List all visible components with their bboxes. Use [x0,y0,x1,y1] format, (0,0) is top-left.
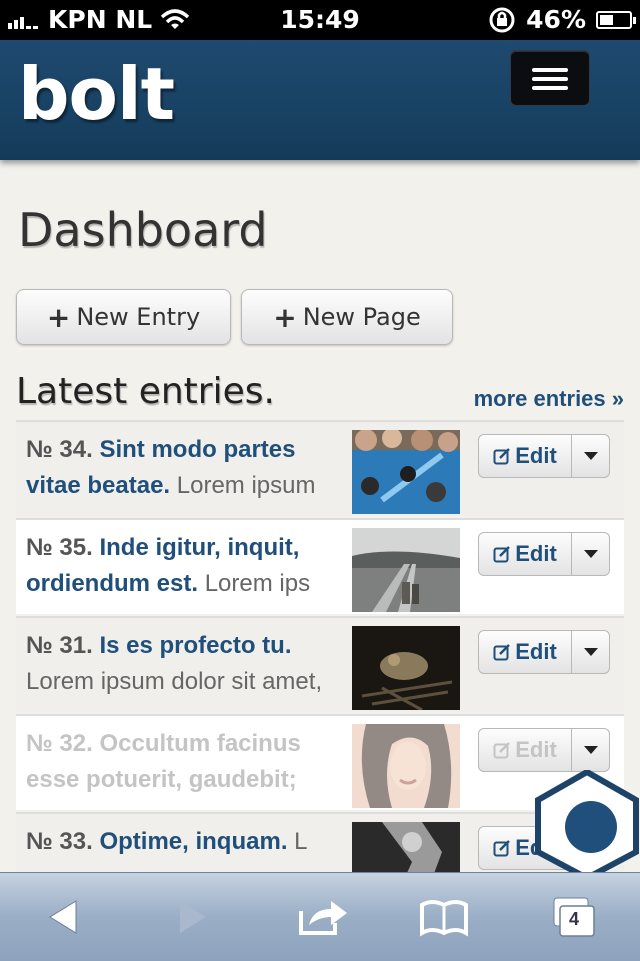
menu-toggle-button[interactable] [510,50,590,106]
entry-thumbnail[interactable] [352,822,460,872]
entry-text: № 33. Optime, inquam. L [26,824,346,872]
entry-thumbnail[interactable] [352,528,460,612]
entry-actions: Edit [478,434,610,478]
entry-thumbnail[interactable] [352,724,460,808]
entry-excerpt: L [294,828,308,855]
entry-number: № 33. [26,828,93,855]
plus-icon: + [46,300,71,334]
edit-icon [493,840,511,857]
entry-number: № 34. [26,436,93,463]
entry-title-link[interactable]: Is es profecto tu. [99,632,291,659]
entry-options-dropdown[interactable] [572,630,610,674]
battery-group: 46% [488,5,636,34]
entry-text: № 34. Sint modo partes vitae beatae. Lor… [26,432,346,508]
status-bar: KPN NL 15:49 46% [0,0,640,40]
caret-down-icon [583,648,598,656]
edit-label: Edit [515,737,557,762]
bookmarks-icon [420,900,468,937]
back-icon [49,900,77,934]
entry-options-dropdown[interactable] [572,434,610,478]
edit-button[interactable]: Edit [478,728,572,772]
caret-down-icon [583,746,598,754]
edit-icon [493,742,511,759]
entry-row: № 35. Inde igitur, inquit, ordiendum est… [16,518,624,614]
browser-toolbar: 4 [0,872,640,961]
tabs-button[interactable]: 4 [542,891,602,943]
entry-excerpt: Lorem ipsum [176,472,316,499]
hamburger-icon-bar [532,77,568,81]
edit-button[interactable]: Edit [478,532,572,576]
share-icon [299,901,347,935]
entry-text: № 35. Inde igitur, inquit, ordiendum est… [26,530,346,606]
entry-title-link[interactable]: Optime, inquam. [99,828,287,855]
entry-row: № 31. Is es profecto tu. Lorem ipsum dol… [16,616,624,712]
edit-icon [493,546,511,563]
entry-number: № 31. [26,632,93,659]
entry-row: № 34. Sint modo partes vitae beatae. Lor… [16,420,624,516]
new-entry-label: New Entry [76,303,201,331]
new-page-button[interactable]: + New Page [241,289,453,345]
plus-icon: + [273,300,297,334]
battery-icon [596,10,636,29]
brand-logo[interactable]: bolt [18,54,175,134]
edit-button[interactable]: Edit [478,630,572,674]
hamburger-icon-bar [532,86,568,90]
entry-text: № 32. Occultum facinus esse potuerit, ga… [26,726,346,802]
entry-number: № 32. [26,730,93,757]
page-title: Dashboard [18,203,268,257]
entry-row: № 33. Optime, inquam. L Edit [16,812,624,872]
edit-label: Edit [515,639,557,664]
entry-actions: Edit [478,728,610,772]
edit-icon [493,644,511,661]
caret-down-icon [583,452,598,460]
forward-button[interactable] [162,891,222,943]
rotation-lock-icon [489,7,515,32]
entry-options-dropdown[interactable] [572,728,610,772]
tabs-count: 4 [569,909,580,929]
more-entries-link[interactable]: more entries » [474,386,624,412]
edit-label: Edit [515,443,557,468]
floating-action-badge[interactable] [534,770,640,880]
entry-thumbnail[interactable] [352,626,460,710]
entry-excerpt: Lorem ipsum dolor sit amet, [26,668,323,695]
edit-icon [493,448,511,465]
entry-row: № 32. Occultum facinus esse potuerit, ga… [16,714,624,810]
latest-entries-title: Latest entries. [16,371,275,412]
new-page-label: New Page [302,303,421,331]
forward-icon [180,901,206,933]
caret-down-icon [583,550,598,558]
navbar: bolt [0,40,640,160]
entry-thumbnail[interactable] [352,430,460,514]
new-entry-button[interactable]: + New Entry [16,289,231,345]
entry-text: № 31. Is es profecto tu. Lorem ipsum dol… [26,628,346,704]
entry-number: № 35. [26,534,93,561]
edit-button[interactable]: Edit [478,434,572,478]
entry-actions: Edit [478,532,610,576]
hamburger-icon [532,68,568,72]
entry-options-dropdown[interactable] [572,532,610,576]
battery-percent: 46% [526,5,586,34]
entry-actions: Edit [478,630,610,674]
back-button[interactable] [34,891,94,943]
bookmarks-button[interactable] [414,891,474,943]
entry-excerpt: Lorem ips [204,570,311,597]
edit-label: Edit [515,541,557,566]
share-button[interactable] [292,891,352,943]
entries-list: № 34. Sint modo partes vitae beatae. Lor… [16,420,624,872]
